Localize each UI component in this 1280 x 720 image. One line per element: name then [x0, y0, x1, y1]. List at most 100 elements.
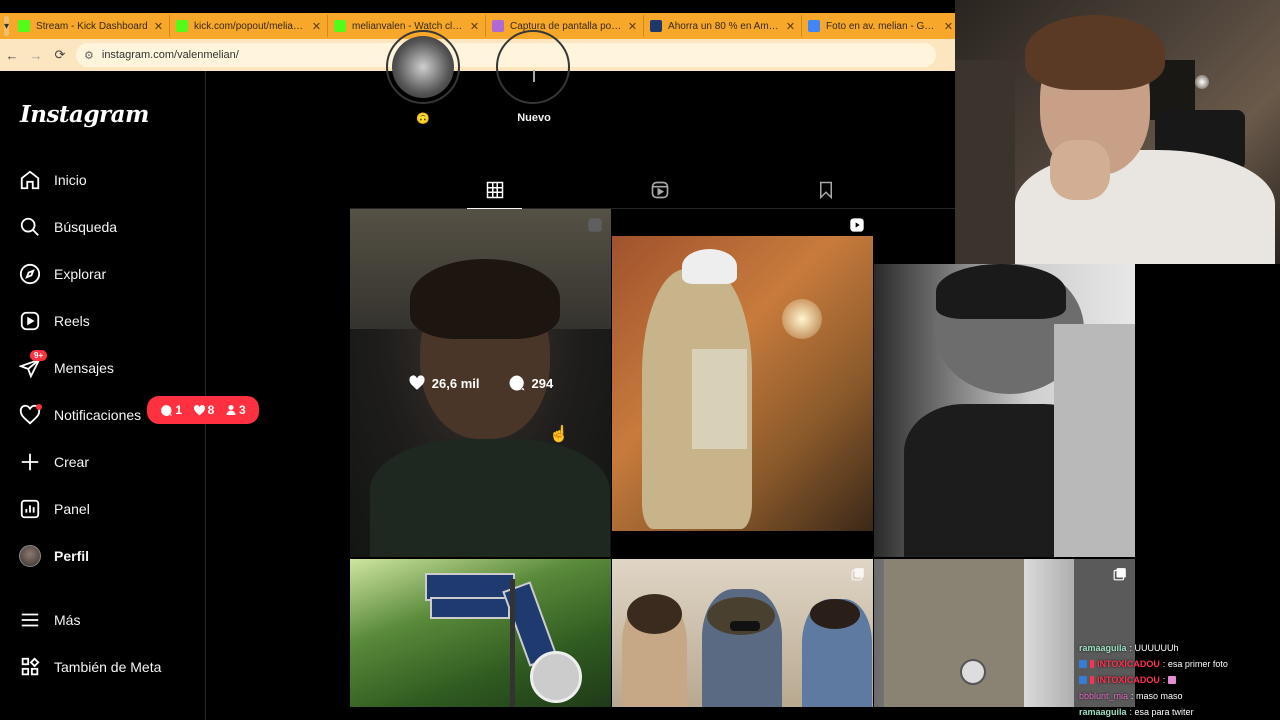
sidebar-item-perfil[interactable]: Perfil: [18, 542, 89, 570]
avatar: [18, 544, 42, 568]
sidebar-item-label: Perfil: [54, 548, 90, 564]
sidebar-item-busqueda[interactable]: Búsqueda: [18, 213, 117, 241]
new-highlight[interactable]: [496, 30, 570, 104]
browser-tab-bar: ▾ Stream - Kick Dashboard ✕ kick.com/popou…: [0, 13, 961, 39]
messenger-icon: 9+: [18, 350, 48, 380]
post-4[interactable]: [350, 559, 611, 707]
plus-icon: [18, 450, 42, 474]
sidebar-item-label: Búsqueda: [54, 219, 118, 235]
instagram-logo[interactable]: Instagram: [20, 101, 149, 128]
browser-tab[interactable]: Ahorra un 80 % en Amnesia: Th ✕: [644, 15, 803, 37]
search-icon: [18, 215, 42, 239]
reels-icon: [18, 309, 42, 333]
sidebar-item-label: Explorar: [54, 266, 107, 282]
favicon-icon: [176, 20, 189, 32]
close-tab-icon[interactable]: ✕: [786, 20, 795, 33]
tab-list-dropdown[interactable]: ▾: [4, 16, 10, 36]
sidebar-item-notificaciones[interactable]: Notificaciones: [18, 401, 141, 429]
chat-message: ramaaguila : UUUUUUh: [1079, 643, 1179, 653]
carousel-indicator-icon: [1113, 567, 1127, 586]
sidebar-item-crear[interactable]: Crear: [18, 448, 89, 476]
close-tab-icon[interactable]: ✕: [312, 20, 321, 33]
tab-reels[interactable]: [640, 175, 680, 209]
bookmark-icon: [817, 181, 835, 204]
sidebar-item-reels[interactable]: Reels: [18, 307, 90, 335]
reload-icon[interactable]: ⟳: [48, 47, 72, 63]
meta-icon: [18, 655, 42, 679]
sidebar-item-label: Más: [54, 612, 81, 628]
browser-tab[interactable]: Stream - Kick Dashboard ✕: [12, 15, 171, 37]
sidebar-item-label: Mensajes: [54, 360, 114, 376]
close-tab-icon[interactable]: ✕: [944, 20, 953, 33]
compass-icon: [18, 262, 42, 286]
back-icon[interactable]: ←: [0, 48, 24, 63]
grid-icon: [486, 181, 504, 204]
sidebar-item-panel[interactable]: Panel: [18, 495, 90, 523]
sidebar-item-label: Reels: [54, 313, 90, 329]
highlight-1[interactable]: [386, 30, 460, 104]
sidebar-item-label: Inicio: [54, 172, 87, 188]
follow-count: 3: [225, 403, 246, 417]
comment-icon: [509, 375, 524, 391]
favicon-icon: [492, 20, 505, 32]
url-text: instagram.com/valenmelian/: [101, 49, 239, 61]
tab-saved[interactable]: [806, 175, 846, 209]
chat-message: INTOXICADOU :: [1079, 672, 1280, 688]
close-tab-icon[interactable]: ✕: [154, 20, 163, 33]
post-3[interactable]: [874, 264, 1135, 557]
highlight-1-label: 🙃: [416, 113, 430, 125]
webcam-overlay: [955, 0, 1280, 264]
browser-tab[interactable]: Captura de pantalla por Lightsh✕: [486, 15, 645, 37]
close-tab-icon[interactable]: ✕: [628, 20, 637, 33]
sidebar-item-label: También de Meta: [54, 659, 162, 675]
menu-icon: [18, 608, 42, 632]
chat-badge-icon: [1090, 676, 1094, 684]
favicon-icon: [18, 20, 31, 32]
chat-message: bbblunt_mia : maso maso: [1079, 691, 1183, 701]
carousel-indicator-icon: [851, 567, 865, 586]
favicon-icon: [334, 20, 347, 32]
browser-tab[interactable]: Foto en av. melian - Google Fo ✕: [802, 15, 961, 37]
like-count: 8: [193, 403, 214, 417]
heart-icon: [18, 403, 42, 427]
chat-badge-icon: [1079, 676, 1087, 684]
notification-dot: [36, 404, 42, 410]
forward-icon[interactable]: →: [24, 48, 48, 63]
post-comments: 294: [508, 374, 553, 392]
emote-icon: [1168, 676, 1177, 684]
post-2[interactable]: [612, 209, 873, 557]
browser-tab[interactable]: kick.com/popout/melianvalen/ ✕: [170, 15, 329, 37]
hand-cursor-icon: ☝: [549, 426, 569, 443]
chat-message: INTOXICADOU : esa primer foto: [1079, 656, 1280, 672]
sidebar-item-tambien-de-meta[interactable]: También de Meta: [18, 653, 161, 681]
comment-count: 1: [160, 403, 182, 417]
favicon-icon: [808, 20, 821, 32]
post-1[interactable]: 26,6 mil 294: [350, 209, 611, 557]
tab-posts[interactable]: [475, 175, 515, 209]
sidebar-item-label: Crear: [54, 454, 90, 470]
notifications-pill[interactable]: 1 8 3: [147, 396, 259, 424]
browser-tab-title: Foto en av. melian - Google Fo: [826, 20, 938, 32]
sidebar-item-label: Notificaciones: [54, 407, 142, 423]
sidebar-item-label: Panel: [54, 501, 90, 517]
browser-address-bar: ← → ⟳ ⚙ instagram.com/valenmelian/: [0, 39, 955, 71]
close-tab-icon[interactable]: ✕: [470, 20, 479, 33]
sidebar-item-mensajes[interactable]: 9+ Mensajes: [18, 350, 114, 382]
post-5[interactable]: [612, 559, 873, 707]
reel-indicator-icon: [849, 217, 865, 238]
reels-icon: [650, 180, 670, 205]
sidebar-item-mas[interactable]: Más: [18, 606, 80, 634]
heart-icon: [409, 375, 425, 390]
messages-badge: 9+: [30, 350, 48, 361]
new-highlight-label: Nuevo: [517, 112, 551, 124]
sidebar-item-inicio[interactable]: Inicio: [18, 166, 87, 194]
favicon-icon: [650, 20, 663, 32]
sidebar-item-explorar[interactable]: Explorar: [18, 260, 106, 288]
browser-tab-title: melianvalen - Watch clips on Ki: [352, 20, 464, 32]
post-likes: 26,6 mil: [408, 374, 480, 392]
chat-badge-icon: [1090, 660, 1094, 668]
site-info-icon[interactable]: ⚙: [84, 49, 94, 62]
chart-icon: [18, 497, 42, 521]
chat-message: ramaaguila : esa para twiter: [1079, 707, 1194, 717]
browser-tab-title: kick.com/popout/melianvalen/: [194, 20, 306, 32]
